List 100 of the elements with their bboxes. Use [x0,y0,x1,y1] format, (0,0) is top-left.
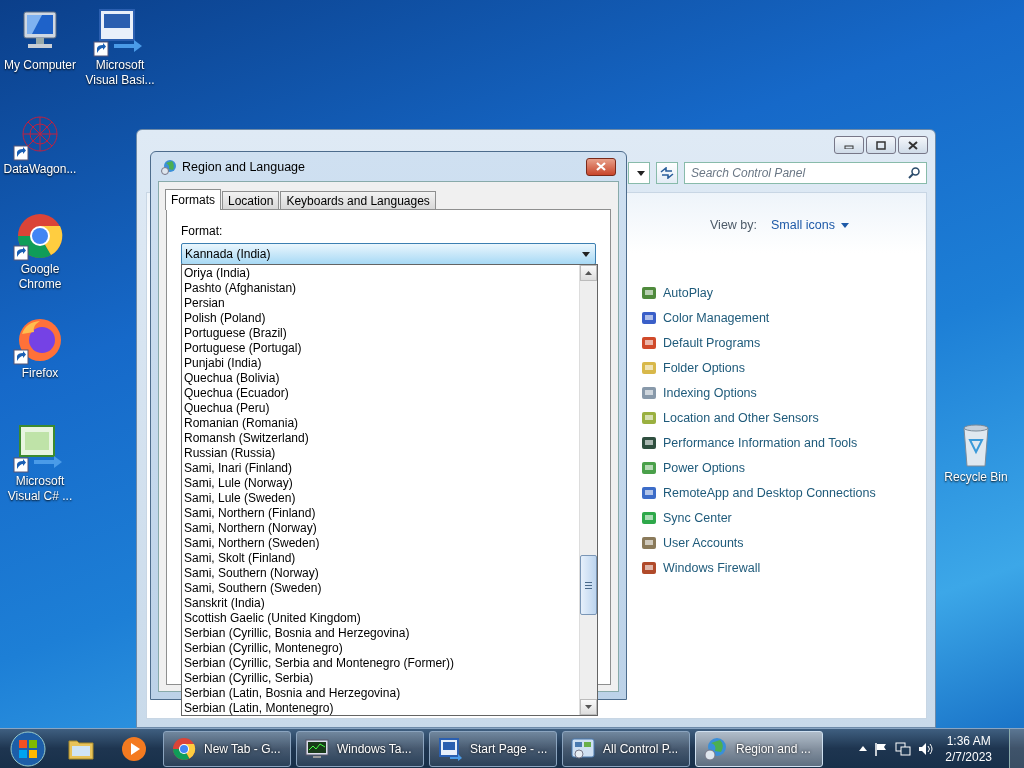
taskbar-button[interactable]: Start Page - ... [429,730,557,767]
applet-icon [641,385,657,401]
desktop-shortcut[interactable]: Microsoft Visual C# ... [0,424,80,504]
control-panel-link[interactable]: RemoteApp and Desktop Connections [641,483,876,503]
view-by-label: View by: [710,218,757,232]
close-icon [908,140,918,150]
list-option[interactable]: Romansh (Switzerland) [182,431,579,446]
applet-icon [641,510,657,526]
list-option[interactable]: Romanian (Romania) [182,416,579,431]
list-option[interactable]: Sami, Northern (Sweden) [182,536,579,551]
list-option[interactable]: Sami, Southern (Sweden) [182,581,579,596]
grip-icon [585,581,592,589]
list-option[interactable]: Serbian (Latin, Bosnia and Herzegovina) [182,686,579,701]
refresh-button[interactable] [656,162,678,184]
chrome-icon [172,736,196,761]
globe-icon [161,158,177,175]
search-icon [908,167,920,179]
list-option[interactable]: Punjabi (India) [182,356,579,371]
control-panel-link[interactable]: Color Management [641,308,876,328]
list-option[interactable]: Quechua (Peru) [182,401,579,416]
window-title: Region and Language [182,159,307,174]
minimize-button[interactable] [834,136,864,154]
show-desktop-button[interactable] [1009,729,1024,768]
taskbar-button[interactable]: Windows Ta... [296,730,424,767]
desktop-shortcut[interactable]: Microsoft Visual Basi... [80,8,160,88]
list-option[interactable]: Serbian (Cyrillic, Serbia and Montenegro (Former)) [182,656,579,671]
control-panel-link[interactable]: AutoPlay [641,283,876,303]
list-option[interactable]: Scottish Gaelic (United Kingdom) [182,611,579,626]
applet-icon [641,410,657,426]
view-by-dropdown[interactable]: Small icons [771,218,849,232]
clock[interactable]: 1:36 AM 2/7/2023 [941,732,996,765]
control-panel-link[interactable]: Windows Firewall [641,558,876,578]
list-option[interactable]: Sami, Northern (Finland) [182,506,579,521]
desktop-shortcut[interactable]: Google Chrome [0,212,80,292]
list-option[interactable]: Sanskrit (India) [182,596,579,611]
control-panel-link[interactable]: Sync Center [641,508,876,528]
list-option[interactable]: Serbian (Cyrillic, Serbia) [182,671,579,686]
list-option[interactable]: Portuguese (Portugal) [182,341,579,356]
scroll-down-button[interactable] [580,699,597,715]
applet-icon [641,460,657,476]
list-option[interactable]: Persian [182,296,579,311]
list-option[interactable]: Serbian (Cyrillic, Montenegro) [182,641,579,656]
list-option[interactable]: Serbian (Latin, Montenegro) [182,701,579,716]
list-option[interactable]: Sami, Lule (Norway) [182,476,579,491]
list-option[interactable]: Oriya (India) [182,266,579,281]
desktop-shortcut[interactable]: My Computer [0,8,80,73]
close-button[interactable] [586,157,616,176]
list-option[interactable]: Sami, Inari (Finland) [182,461,579,476]
control-panel-link[interactable]: Power Options [641,458,876,478]
format-dropdown[interactable]: Kannada (India) [181,243,596,265]
up-arrow-icon [859,746,868,751]
search-field[interactable]: Search Control Panel [684,162,927,184]
desktop-shortcut[interactable]: DataWagon... [0,112,80,177]
control-panel-link[interactable]: Location and Other Sensors [641,408,876,428]
desktop-shortcut[interactable]: Firefox [0,316,80,381]
address-dropdown[interactable] [628,162,650,184]
scrollbar[interactable] [579,265,597,715]
field-label: Format: [181,224,224,238]
list-option[interactable]: Sami, Southern (Norway) [182,566,579,581]
down-arrow-icon [585,705,592,709]
control-panel-link[interactable]: Default Programs [641,333,876,353]
close-icon [596,162,606,171]
scroll-up-button[interactable] [580,265,597,281]
applet-icon [641,435,657,451]
applet-icon [641,285,657,301]
monitor-icon [305,736,329,761]
tab[interactable]: Formats [165,189,221,210]
list-option[interactable]: Quechua (Ecuador) [182,386,579,401]
list-option[interactable]: Sami, Northern (Norway) [182,521,579,536]
scroll-thumb[interactable] [580,555,597,615]
maximize-button[interactable] [866,136,896,154]
caret-icon [840,222,849,228]
applet-icon [641,335,657,351]
caret-icon [637,170,645,176]
taskbar-button[interactable]: All Control P... [562,730,690,767]
applet-icon [641,560,657,576]
play-icon [120,734,148,763]
up-arrow-icon [585,271,592,275]
close-button[interactable] [898,136,928,154]
refresh-icon [660,167,674,179]
globe-icon [704,736,728,761]
list-option[interactable]: Polish (Poland) [182,311,579,326]
list-option[interactable]: Pashto (Afghanistan) [182,281,579,296]
control-panel-link[interactable]: Performance Information and Tools [641,433,876,453]
list-option[interactable]: Russian (Russia) [182,446,579,461]
list-option[interactable]: Sami, Lule (Sweden) [182,491,579,506]
list-option[interactable]: Sami, Skolt (Finland) [182,551,579,566]
speaker-icon [918,741,935,756]
control-panel-link[interactable]: Folder Options [641,358,876,378]
control-panel-link[interactable]: User Accounts [641,533,876,553]
windows-logo-icon [10,730,46,767]
list-option[interactable]: Quechua (Bolivia) [182,371,579,386]
control-panel-link[interactable]: Indexing Options [641,383,876,403]
applet-icon [641,310,657,326]
list-option[interactable]: Portuguese (Brazil) [182,326,579,341]
tab[interactable]: Location [222,191,280,209]
tab[interactable]: Keyboards and Languages [280,191,436,209]
taskbar-button[interactable]: New Tab - G... [163,730,291,767]
restore-icon [876,140,886,150]
list-option[interactable]: Serbian (Cyrillic, Bosnia and Herzegovina) [182,626,579,641]
